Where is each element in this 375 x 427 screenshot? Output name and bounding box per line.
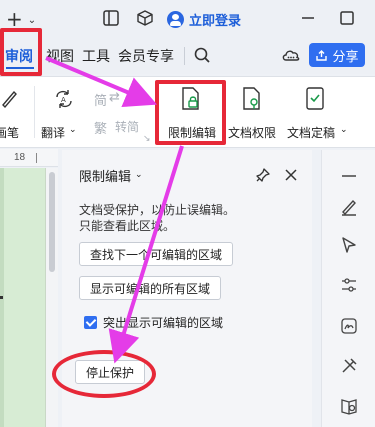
- chevron-down-icon: ⌄: [27, 14, 37, 26]
- show-all-editable-button[interactable]: 显示可编辑的所有区域: [79, 276, 222, 300]
- right-toolbar: [321, 150, 375, 427]
- expand-corner-icon: ↘: [143, 133, 151, 143]
- share-icon: [316, 49, 328, 61]
- login-label: 立即登录: [189, 12, 242, 28]
- tab-view[interactable]: 视图: [46, 46, 74, 66]
- cursor-icon[interactable]: [339, 235, 359, 255]
- login-button[interactable]: 立即登录: [167, 9, 241, 29]
- pin-icon[interactable]: [255, 167, 271, 183]
- panel-title-text: 限制编辑: [79, 169, 132, 184]
- document-check-icon: [306, 87, 324, 110]
- highlight-editable-label: 突出显示可编辑的区域: [103, 316, 224, 330]
- highlight-box-review-tab: [0, 28, 42, 76]
- translate-label: 翻译: [41, 126, 66, 140]
- minus-icon[interactable]: [339, 166, 359, 186]
- avatar-icon: [167, 10, 184, 28]
- pen-icon[interactable]: [339, 197, 359, 217]
- chevron-down-icon: ⌄: [135, 169, 143, 179]
- ruler-tick: [36, 153, 37, 163]
- close-icon[interactable]: [283, 167, 299, 183]
- highlight-box-restrict-edit: [155, 80, 226, 145]
- find-next-editable-button[interactable]: 查找下一个可编辑的区域: [79, 242, 234, 266]
- text-cursor-mark: [0, 296, 3, 299]
- protection-description: 文档受保护，以防止误编辑。 只能查看此区域。: [79, 202, 279, 234]
- doc-finalize-button[interactable]: 文档定稿 ⌄: [284, 82, 348, 144]
- doc-permission-label: 文档权限: [227, 126, 276, 140]
- tab-member[interactable]: 会员专享: [118, 46, 174, 66]
- tab-tools[interactable]: 工具: [82, 46, 110, 66]
- cloud-icon[interactable]: [281, 47, 301, 63]
- scrollbar-thumb[interactable]: [49, 172, 55, 272]
- description-line-1: 文档受保护，以防止误编辑。: [79, 203, 236, 217]
- traditional-icon: 繁: [94, 121, 108, 136]
- convert-simplified-button[interactable]: 转简: [115, 118, 139, 135]
- signature-icon[interactable]: [339, 316, 359, 336]
- search-icon[interactable]: [193, 46, 211, 64]
- cube-icon[interactable]: [136, 9, 154, 27]
- share-label: 分享: [332, 48, 359, 64]
- document-key-icon: [243, 87, 260, 110]
- highlight-circle-stop-protection: [52, 350, 156, 398]
- doc-permission-button[interactable]: 文档权限: [226, 82, 278, 144]
- translate-button[interactable]: A 翻译 ⌄: [41, 82, 83, 144]
- sliders-icon[interactable]: [339, 275, 359, 295]
- sidebar-toggle-icon[interactable]: [102, 9, 120, 27]
- simplified-icon: 简: [94, 93, 108, 108]
- pen-button[interactable]: 画笔: [0, 82, 20, 144]
- menu-divider: [184, 47, 185, 65]
- convert-arrow-icon: ⇄: [109, 89, 120, 104]
- maximize-icon[interactable]: [338, 9, 356, 27]
- minimize-icon[interactable]: [299, 9, 317, 27]
- ruler: 18: [0, 149, 58, 167]
- chevron-down-icon: ⌄: [69, 124, 77, 134]
- panel-title[interactable]: 限制编辑 ⌄: [79, 166, 143, 185]
- chevron-down-icon: ⌄: [340, 124, 348, 134]
- share-button[interactable]: 分享: [309, 43, 365, 67]
- document-canvas[interactable]: [0, 168, 46, 427]
- pen-icon: [2, 90, 17, 109]
- ribbon-divider: [34, 86, 35, 138]
- ruler-number: 18: [14, 152, 26, 163]
- svg-text:A: A: [61, 96, 66, 104]
- pen-label: 画笔: [0, 126, 19, 140]
- highlight-editable-checkbox-row[interactable]: 突出显示可编辑的区域: [84, 314, 223, 331]
- vertical-scrollbar[interactable]: [46, 168, 58, 427]
- description-line-2: 只能查看此区域。: [79, 219, 176, 233]
- tools-icon[interactable]: [339, 356, 359, 376]
- doc-finalize-label: 文档定稿: [287, 126, 336, 140]
- book-search-icon[interactable]: [339, 396, 359, 416]
- checkbox-checked[interactable]: [84, 316, 97, 329]
- translate-icon: A: [56, 90, 72, 108]
